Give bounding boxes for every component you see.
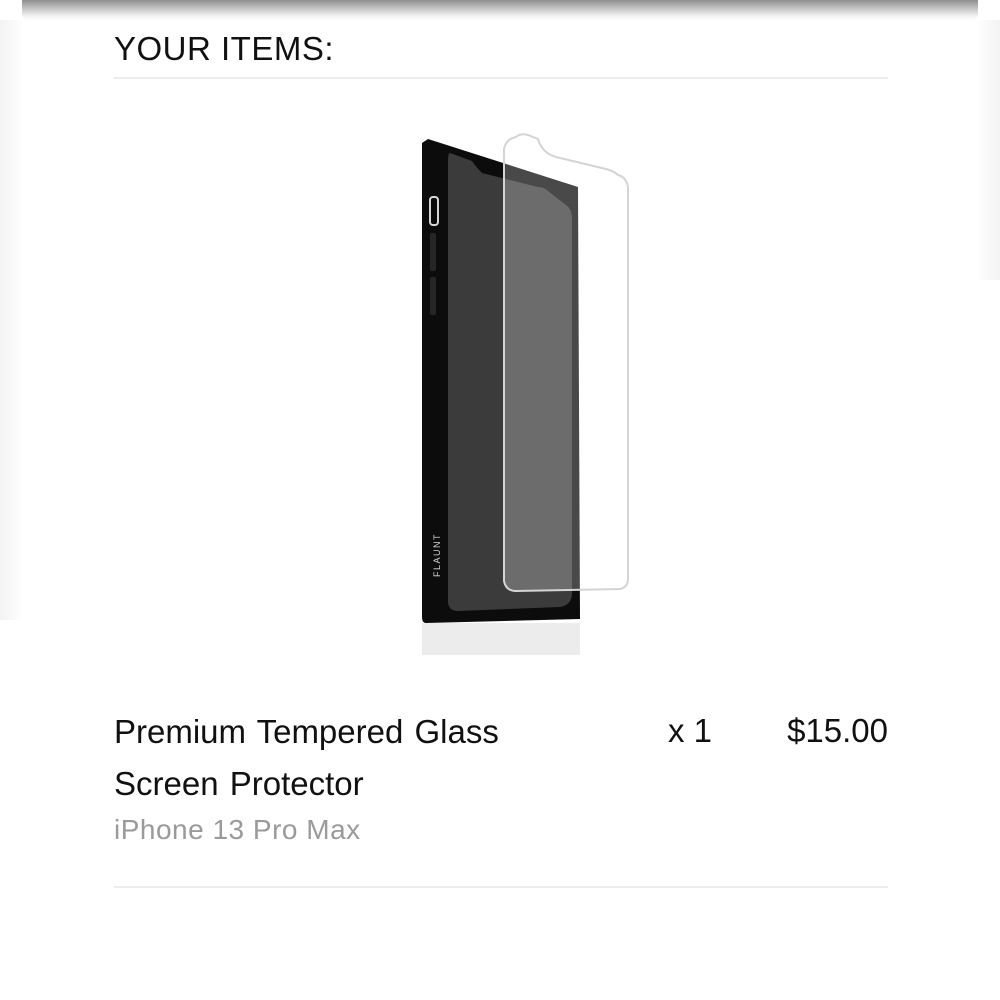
glass-protector-outline bbox=[503, 133, 629, 593]
top-edge-shadow bbox=[22, 0, 978, 20]
item-name: Premium Tempered Glass Screen Protector bbox=[114, 713, 499, 802]
item-variant: iPhone 13 Pro Max bbox=[114, 814, 361, 845]
phone-reflection bbox=[422, 623, 580, 655]
screen-protector-image: FLAUNT bbox=[422, 133, 629, 655]
order-items-page: YOUR ITEMS: FLAUNT Premium Tempered Glas… bbox=[0, 0, 1000, 1000]
left-edge-fade bbox=[0, 20, 24, 620]
volume-down-button bbox=[430, 277, 436, 315]
volume-up-button bbox=[430, 233, 436, 271]
item-price: $15.00 bbox=[787, 712, 888, 749]
section-title: YOUR ITEMS: bbox=[114, 30, 335, 67]
product-image: FLAUNT bbox=[410, 125, 650, 665]
right-edge-fade bbox=[976, 20, 1000, 280]
section-divider-top bbox=[114, 77, 888, 79]
section-divider-bottom bbox=[114, 886, 888, 888]
item-quantity: x 1 bbox=[668, 712, 713, 749]
brand-text: FLAUNT bbox=[432, 533, 442, 577]
